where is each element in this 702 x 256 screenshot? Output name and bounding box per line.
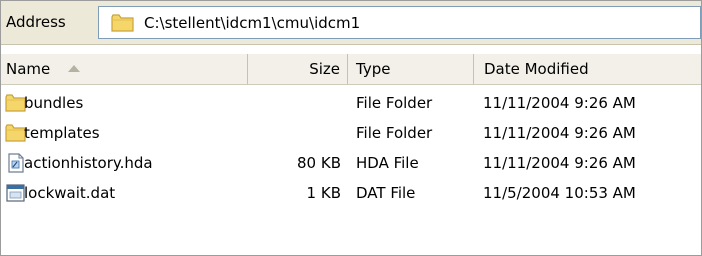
file-date-modified: 11/11/2004 9:26 AM bbox=[483, 124, 636, 142]
file-row-actionhistory[interactable]: actionhistory.hda 80 KB HDA File 11/11/2… bbox=[1, 148, 701, 178]
file-type: File Folder bbox=[356, 124, 433, 142]
file-date-modified: 11/11/2004 9:26 AM bbox=[483, 94, 636, 112]
file-row-bundles[interactable]: bundles File Folder 11/11/2004 9:26 AM bbox=[1, 88, 701, 118]
column-header-type-label: Type bbox=[356, 60, 391, 78]
explorer-window: Address C:\stellent\idcm1\cmu\idcm1 Name… bbox=[0, 0, 702, 256]
file-type: DAT File bbox=[356, 184, 416, 202]
file-name: lockwait.dat bbox=[24, 184, 116, 202]
file-size: 1 KB bbox=[306, 184, 341, 202]
column-header-size[interactable]: Size bbox=[248, 54, 348, 84]
column-header-size-label: Size bbox=[309, 60, 340, 78]
file-name: actionhistory.hda bbox=[24, 154, 153, 172]
column-header: Name Size Type Date Modified bbox=[1, 54, 701, 85]
file-row-lockwait[interactable]: lockwait.dat 1 KB DAT File 11/5/2004 10:… bbox=[1, 178, 701, 208]
folder-icon bbox=[111, 13, 135, 37]
address-bar: Address C:\stellent\idcm1\cmu\idcm1 bbox=[1, 1, 701, 45]
file-type: File Folder bbox=[356, 94, 433, 112]
column-header-name-label: Name bbox=[6, 60, 51, 78]
address-input[interactable]: C:\stellent\idcm1\cmu\idcm1 bbox=[98, 6, 701, 39]
sort-ascending-icon bbox=[68, 65, 80, 72]
file-type: HDA File bbox=[356, 154, 419, 172]
file-name: bundles bbox=[24, 94, 84, 112]
address-label: Address bbox=[6, 13, 66, 31]
column-header-name[interactable]: Name bbox=[1, 54, 248, 84]
address-path: C:\stellent\idcm1\cmu\idcm1 bbox=[144, 14, 361, 32]
column-header-date[interactable]: Date Modified bbox=[474, 54, 701, 84]
file-size bbox=[248, 118, 341, 148]
column-header-type[interactable]: Type bbox=[348, 54, 474, 84]
file-name: templates bbox=[24, 124, 100, 142]
file-row-templates[interactable]: templates File Folder 11/11/2004 9:26 AM bbox=[1, 118, 701, 148]
file-size bbox=[248, 88, 341, 118]
file-date-modified: 11/5/2004 10:53 AM bbox=[483, 184, 636, 202]
file-size: 80 KB bbox=[297, 154, 341, 172]
column-header-date-label: Date Modified bbox=[484, 60, 589, 78]
file-date-modified: 11/11/2004 9:26 AM bbox=[483, 154, 636, 172]
